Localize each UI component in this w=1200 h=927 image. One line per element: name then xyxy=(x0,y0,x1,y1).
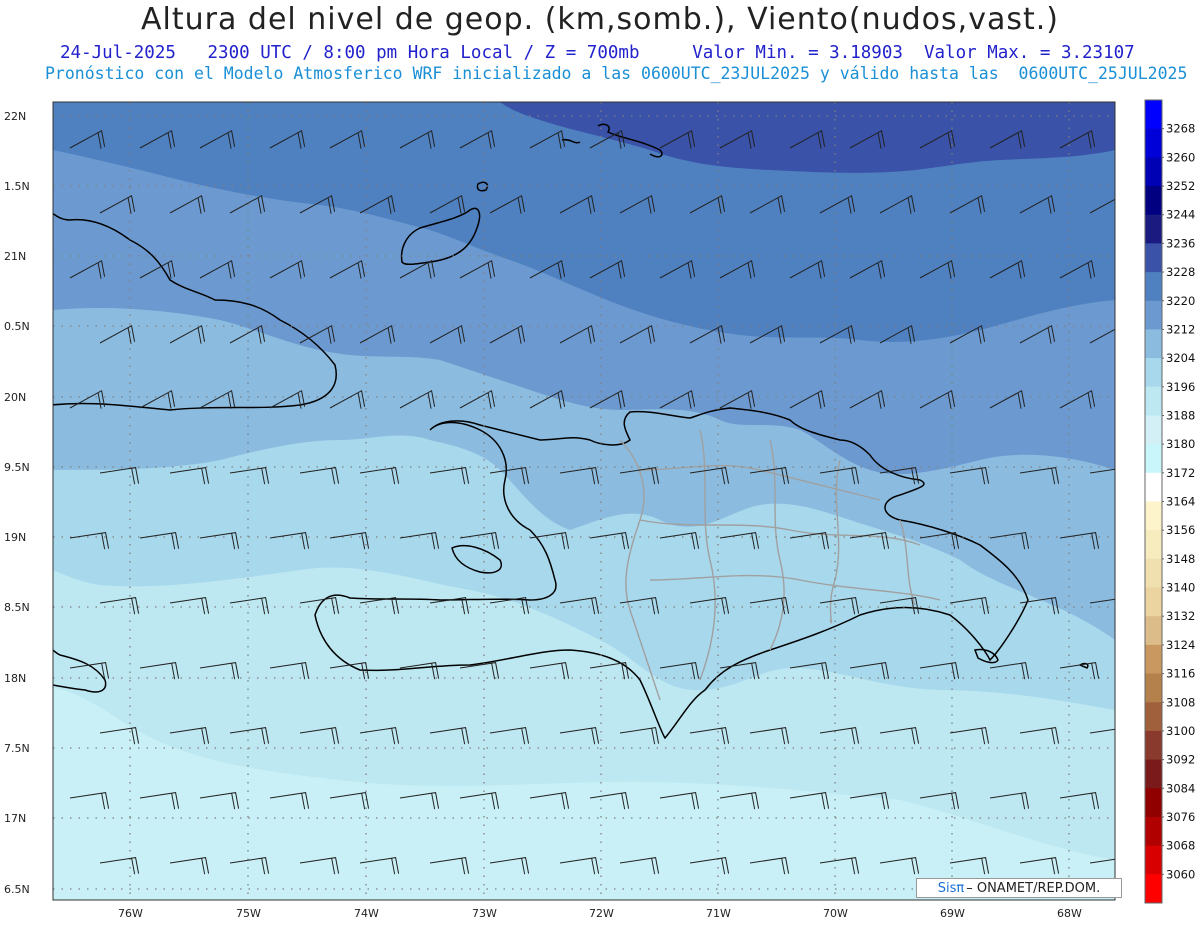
colorbar-swatch xyxy=(1145,472,1162,502)
lon-label: 76W xyxy=(118,907,143,920)
lat-label: 9.5N xyxy=(4,461,30,474)
map-canvas: 22N 1.5N 21N 0.5N 20N 9.5N 19N 8.5N 18N … xyxy=(4,99,1195,920)
colorbar-swatch xyxy=(1145,415,1162,445)
colorbar-swatch xyxy=(1145,243,1162,273)
colorbar-label: 3076 xyxy=(1166,810,1195,824)
lon-label: 74W xyxy=(354,907,379,920)
colorbar-swatch xyxy=(1145,530,1162,560)
colorbar-label: 3244 xyxy=(1166,208,1195,222)
colorbar-swatch xyxy=(1145,329,1162,359)
lon-label: 75W xyxy=(236,907,261,920)
colorbar-swatch xyxy=(1145,157,1162,187)
colorbar-label: 3180 xyxy=(1166,437,1195,451)
colorbar-label: 3172 xyxy=(1166,466,1195,480)
colorbar-swatch xyxy=(1145,730,1162,761)
colorbar-label: 3140 xyxy=(1166,581,1195,595)
colorbar-swatch xyxy=(1145,788,1162,818)
colorbar-swatch xyxy=(1145,386,1162,416)
colorbar-swatch xyxy=(1145,874,1162,904)
colorbar-swatch xyxy=(1145,214,1162,244)
credit-box: Sisπ – ONAMET/REP.DOM. xyxy=(916,878,1122,898)
colorbar-label: 3092 xyxy=(1166,753,1195,767)
colorbar-swatch xyxy=(1145,272,1162,302)
lon-label: 70W xyxy=(823,907,848,920)
colorbar-label: 3068 xyxy=(1166,839,1195,853)
colorbar-swatch xyxy=(1145,816,1162,847)
colorbar-swatch xyxy=(1145,358,1162,388)
lat-label: 6.5N xyxy=(4,883,30,896)
colorbar-swatch xyxy=(1145,845,1162,875)
colorbar-swatch xyxy=(1145,587,1162,617)
colorbar: 3268 3260 3252 3244 3236 3228 3220 3212 3204 3196… xyxy=(1144,99,1195,904)
colorbar-swatch xyxy=(1145,759,1162,789)
colorbar-label: 3100 xyxy=(1166,724,1195,738)
colorbar-label: 3060 xyxy=(1166,867,1195,881)
latitude-axis: 22N 1.5N 21N 0.5N 20N 9.5N 19N 8.5N 18N … xyxy=(4,110,30,896)
colorbar-label: 3148 xyxy=(1166,552,1195,566)
colorbar-label: 3204 xyxy=(1166,351,1195,365)
colorbar-label: 3108 xyxy=(1166,695,1195,709)
colorbar-label: 3260 xyxy=(1166,150,1195,164)
lat-label: 1.5N xyxy=(4,180,30,193)
colorbar-swatch xyxy=(1145,673,1162,703)
geopotential-field xyxy=(53,102,1115,900)
lat-label: 21N xyxy=(4,250,26,263)
colorbar-label: 3228 xyxy=(1166,265,1195,279)
colorbar-swatch xyxy=(1145,300,1162,330)
lon-label: 69W xyxy=(940,907,965,920)
colorbar-label: 3124 xyxy=(1166,638,1195,652)
colorbar-label: 3196 xyxy=(1166,380,1195,394)
colorbar-label: 3268 xyxy=(1166,122,1195,136)
colorbar-swatch xyxy=(1145,100,1162,130)
lon-label: 68W xyxy=(1057,907,1082,920)
colorbar-swatch xyxy=(1145,501,1162,531)
colorbar-label: 3212 xyxy=(1166,322,1195,336)
lat-label: 0.5N xyxy=(4,320,30,333)
credit-text: – ONAMET/REP.DOM. xyxy=(966,880,1101,896)
lat-label: 8.5N xyxy=(4,601,30,614)
lat-label: 19N xyxy=(4,531,26,544)
colorbar-label: 3236 xyxy=(1166,236,1195,250)
colorbar-label: 3220 xyxy=(1166,294,1195,308)
colorbar-label: 3252 xyxy=(1166,179,1195,193)
colorbar-label: 3188 xyxy=(1166,408,1195,422)
lat-label: 20N xyxy=(4,391,26,404)
credit-brand: Sisπ xyxy=(937,880,965,896)
lon-label: 73W xyxy=(472,907,497,920)
longitude-axis: 76W 75W 74W 73W 72W 71W 70W 69W 68W xyxy=(118,907,1082,920)
lat-label: 18N xyxy=(4,672,26,685)
lon-label: 71W xyxy=(706,907,731,920)
colorbar-swatch xyxy=(1145,128,1162,158)
colorbar-swatch xyxy=(1145,644,1162,675)
colorbar-label: 3084 xyxy=(1166,781,1195,795)
colorbar-swatch xyxy=(1145,186,1162,216)
colorbar-label: 3116 xyxy=(1166,667,1195,681)
colorbar-swatch xyxy=(1145,444,1162,474)
colorbar-label: 3156 xyxy=(1166,523,1195,537)
lat-label: 17N xyxy=(4,812,26,825)
lat-label: 7.5N xyxy=(4,742,30,755)
colorbar-label: 3132 xyxy=(1166,609,1195,623)
colorbar-label: 3164 xyxy=(1166,495,1195,509)
colorbar-swatch xyxy=(1145,558,1162,589)
colorbar-swatch xyxy=(1145,616,1162,646)
colorbar-swatch xyxy=(1145,702,1162,732)
lon-label: 72W xyxy=(589,907,614,920)
lat-label: 22N xyxy=(4,110,26,123)
